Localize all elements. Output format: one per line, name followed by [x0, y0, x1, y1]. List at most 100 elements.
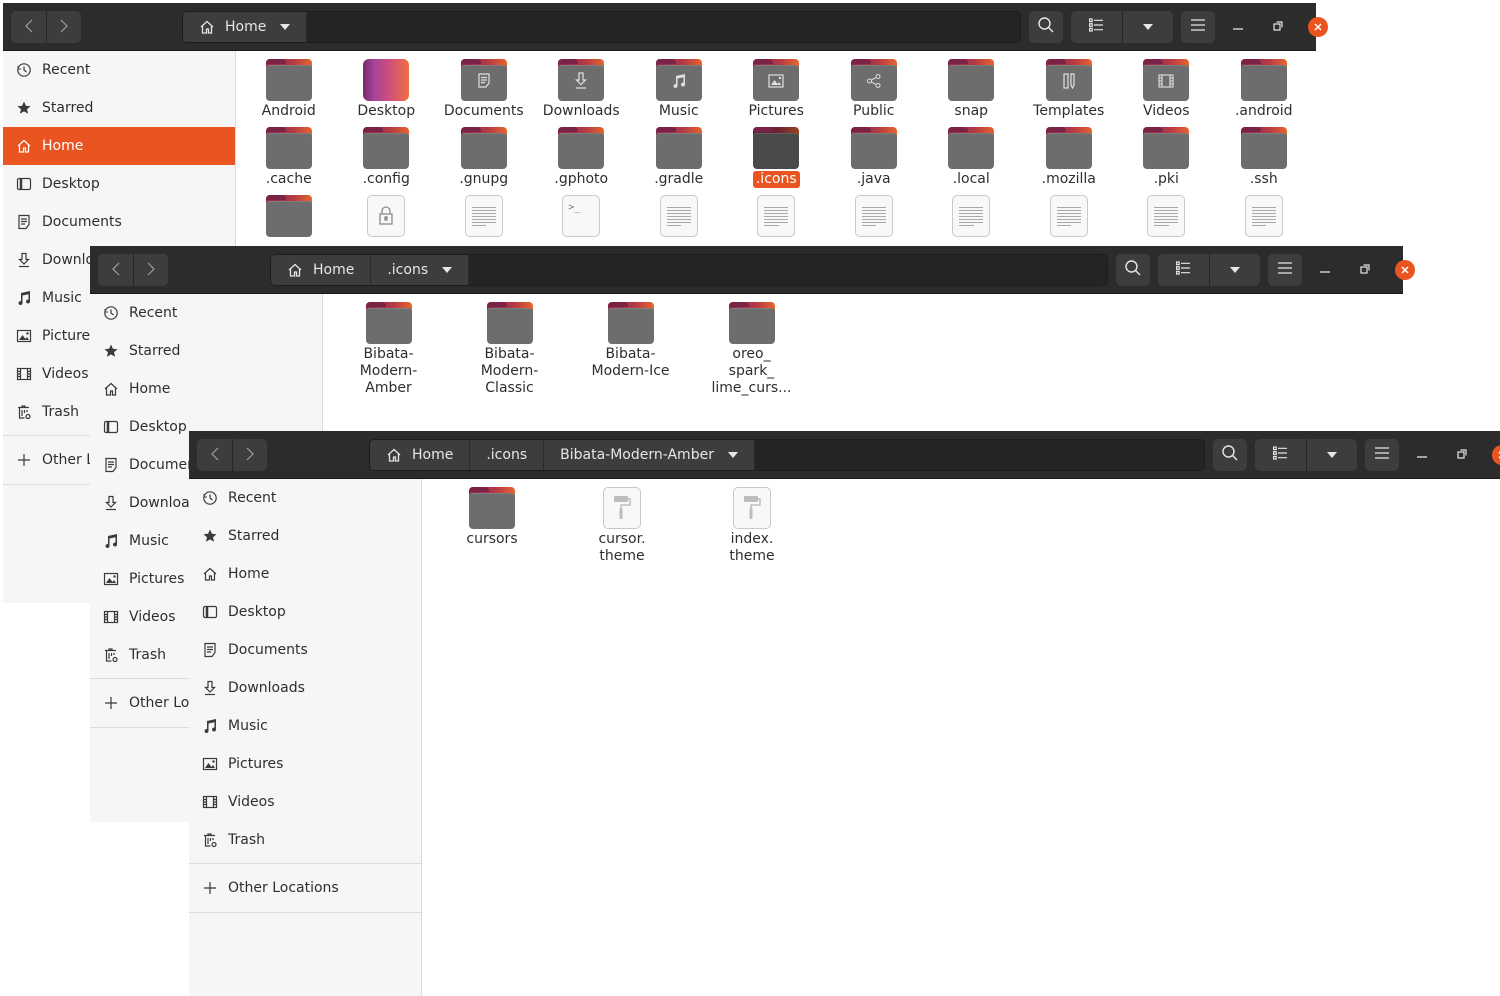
file-item[interactable]	[728, 195, 826, 237]
breadcrumb-home[interactable]: Home	[183, 12, 308, 42]
breadcrumb-dot-icons[interactable]: .icons	[371, 255, 470, 285]
close-button[interactable]	[1490, 443, 1500, 467]
file-item[interactable]	[435, 195, 533, 237]
sidebar-item-recent[interactable]: Recent	[189, 479, 421, 517]
forward-button[interactable]	[133, 254, 168, 286]
file-item[interactable]: .cache	[240, 127, 338, 188]
file-item[interactable]	[1215, 195, 1313, 237]
file-item[interactable]: Pictures	[728, 59, 826, 120]
breadcrumb-bibata-modern-amber[interactable]: Bibata-Modern-Amber	[544, 440, 755, 470]
file-name: index. theme	[726, 531, 777, 565]
file-item[interactable]: oreo_ spark_ lime_curs...	[691, 302, 812, 397]
back-button[interactable]	[11, 11, 46, 43]
folder-icon	[753, 59, 800, 101]
sidebar-item-starred[interactable]: Starred	[90, 332, 322, 370]
sidebar-item-label: Desktop	[42, 176, 100, 192]
folder-icon	[265, 195, 312, 237]
maximize-button[interactable]	[1450, 443, 1474, 467]
file-item[interactable]: Documents	[435, 59, 533, 120]
file-item[interactable]: .local	[923, 127, 1021, 188]
file-item[interactable]: .pki	[1118, 127, 1216, 188]
forward-button[interactable]	[46, 11, 81, 43]
file-item[interactable]	[1118, 195, 1216, 237]
search-icon	[1037, 16, 1055, 38]
sidebar-item-desktop[interactable]: Desktop	[189, 593, 421, 631]
maximize-button[interactable]	[1266, 15, 1290, 39]
file-name: .pki	[1153, 171, 1179, 187]
file-item[interactable]: Downloads	[533, 59, 631, 120]
file-item[interactable]: index. theme	[687, 487, 817, 565]
close-button[interactable]	[1393, 258, 1417, 282]
main-menu-button[interactable]	[1365, 439, 1399, 471]
sidebar-item-recent[interactable]: Recent	[3, 51, 235, 89]
list-view-button[interactable]	[1255, 439, 1306, 471]
search-button[interactable]	[1213, 439, 1247, 471]
file-item[interactable]: .gphoto	[533, 127, 631, 188]
file-item[interactable]	[338, 195, 436, 237]
sidebar-item-downloads[interactable]: Downloads	[189, 669, 421, 707]
breadcrumb-home[interactable]: Home	[271, 255, 372, 285]
file-item[interactable]: .gradle	[630, 127, 728, 188]
file-item[interactable]: Bibata- Modern- Amber	[328, 302, 449, 397]
breadcrumb-home[interactable]: Home	[370, 440, 471, 470]
folder-icon	[486, 302, 533, 344]
minimize-button[interactable]	[1226, 15, 1250, 39]
file-item[interactable]: Bibata- Modern- Classic	[449, 302, 570, 397]
sidebar-item-desktop[interactable]: Desktop	[3, 165, 235, 203]
sidebar-item-documents[interactable]: Documents	[3, 203, 235, 241]
sidebar-item-home[interactable]: Home	[3, 127, 235, 165]
file-item[interactable]	[825, 195, 923, 237]
maximize-button[interactable]	[1353, 258, 1377, 282]
file-item[interactable]: Videos	[1118, 59, 1216, 120]
file-item[interactable]: Bibata- Modern-Ice	[570, 302, 691, 397]
file-item[interactable]	[240, 195, 338, 237]
file-item[interactable]: .ssh	[1215, 127, 1313, 188]
main-menu-button[interactable]	[1181, 11, 1215, 43]
file-item[interactable]	[923, 195, 1021, 237]
sidebar-item-home[interactable]: Home	[189, 555, 421, 593]
sidebar-item-trash[interactable]: Trash	[189, 821, 421, 859]
search-button[interactable]	[1029, 11, 1063, 43]
close-button[interactable]	[1306, 15, 1330, 39]
file-item[interactable]	[630, 195, 728, 237]
back-button[interactable]	[98, 254, 133, 286]
back-button[interactable]	[197, 439, 232, 471]
sidebar-item-documents[interactable]: Documents	[189, 631, 421, 669]
file-item[interactable]: cursor. theme	[557, 487, 687, 565]
file-item[interactable]: Music	[630, 59, 728, 120]
view-options-button[interactable]	[1208, 254, 1261, 286]
file-item[interactable]: >_	[533, 195, 631, 237]
file-item[interactable]: Desktop	[338, 59, 436, 120]
minimize-button[interactable]	[1410, 443, 1434, 467]
list-view-button[interactable]	[1158, 254, 1209, 286]
main-menu-button[interactable]	[1268, 254, 1302, 286]
file-item[interactable]: Android	[240, 59, 338, 120]
forward-button[interactable]	[232, 439, 267, 471]
file-item[interactable]: .config	[338, 127, 436, 188]
file-item[interactable]: Public	[825, 59, 923, 120]
file-item[interactable]: .java	[825, 127, 923, 188]
sidebar-item-starred[interactable]: Starred	[189, 517, 421, 555]
sidebar-item-label: Music	[129, 533, 169, 549]
sidebar-item-home[interactable]: Home	[90, 370, 322, 408]
sidebar-item-other-locations[interactable]: Other Locations	[189, 868, 421, 908]
file-item[interactable]: .mozilla	[1020, 127, 1118, 188]
file-item[interactable]: .icons	[728, 127, 826, 188]
file-item[interactable]: cursors	[427, 487, 557, 565]
list-view-button[interactable]	[1071, 11, 1122, 43]
sidebar-item-pictures[interactable]: Pictures	[189, 745, 421, 783]
view-options-button[interactable]	[1121, 11, 1174, 43]
sidebar-item-music[interactable]: Music	[189, 707, 421, 745]
minimize-button[interactable]	[1313, 258, 1337, 282]
file-item[interactable]: Templates	[1020, 59, 1118, 120]
file-item[interactable]: .android	[1215, 59, 1313, 120]
file-item[interactable]: .gnupg	[435, 127, 533, 188]
sidebar-item-videos[interactable]: Videos	[189, 783, 421, 821]
view-options-button[interactable]	[1305, 439, 1358, 471]
file-item[interactable]	[1020, 195, 1118, 237]
sidebar-item-recent[interactable]: Recent	[90, 294, 322, 332]
file-item[interactable]: snap	[923, 59, 1021, 120]
breadcrumb-dot-icons[interactable]: .icons	[470, 440, 545, 470]
search-button[interactable]	[1116, 254, 1150, 286]
sidebar-item-starred[interactable]: Starred	[3, 89, 235, 127]
